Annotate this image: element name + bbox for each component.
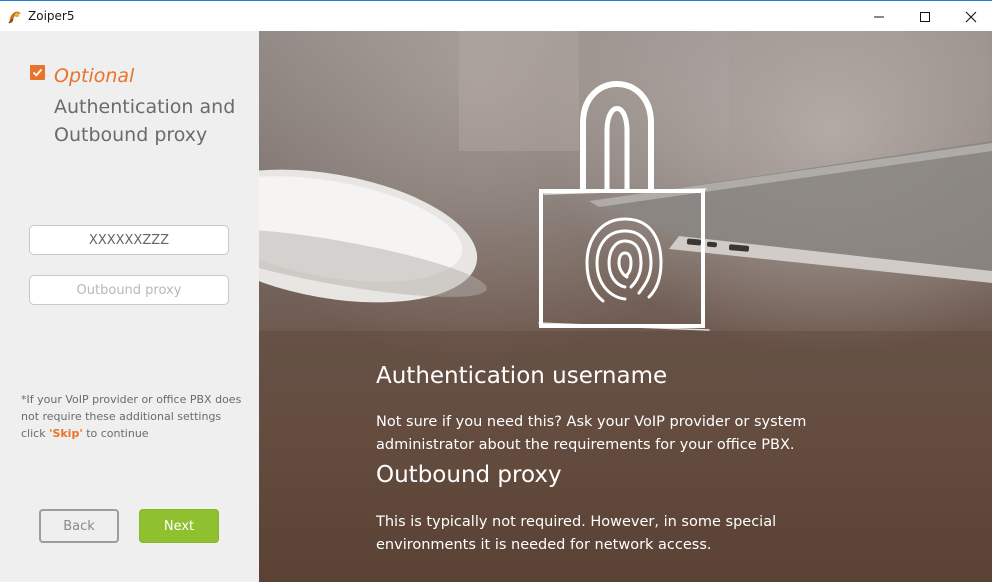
zoiper-logo-icon xyxy=(7,9,23,25)
close-button[interactable] xyxy=(948,1,992,32)
info-panel: Authentication username Not sure if you … xyxy=(259,31,992,582)
title-bar: Zoiper5 xyxy=(0,0,992,31)
page-title: Authentication and Outbound proxy xyxy=(54,96,236,146)
authentication-username-input[interactable] xyxy=(29,225,229,255)
authentication-username-description: Not sure if you need this? Ask your VoIP… xyxy=(376,414,807,453)
optional-label: Optional xyxy=(54,65,135,87)
close-icon xyxy=(965,11,977,22)
optional-checkbox[interactable] xyxy=(30,65,45,80)
outbound-proxy-heading: Outbound proxy xyxy=(376,462,562,488)
minimize-button[interactable] xyxy=(856,1,902,32)
outbound-proxy-input[interactable] xyxy=(29,275,229,305)
skip-note: *If your VoIP provider or office PBX doe… xyxy=(21,391,243,442)
background-photo xyxy=(259,31,992,582)
note-text-end: to continue xyxy=(82,427,149,440)
maximize-icon xyxy=(920,11,930,22)
maximize-button[interactable] xyxy=(902,1,948,32)
back-button[interactable]: Back xyxy=(39,509,119,543)
window-title: Zoiper5 xyxy=(28,9,75,23)
outbound-proxy-description: This is typically not required. However,… xyxy=(376,514,777,553)
next-button[interactable]: Next xyxy=(139,509,219,543)
checkmark-icon xyxy=(32,68,43,77)
minimize-icon xyxy=(874,16,884,17)
left-panel: Optional Authentication and Outbound pro… xyxy=(0,31,259,582)
authentication-username-heading: Authentication username xyxy=(376,363,668,389)
skip-link[interactable]: 'Skip' xyxy=(49,427,83,440)
